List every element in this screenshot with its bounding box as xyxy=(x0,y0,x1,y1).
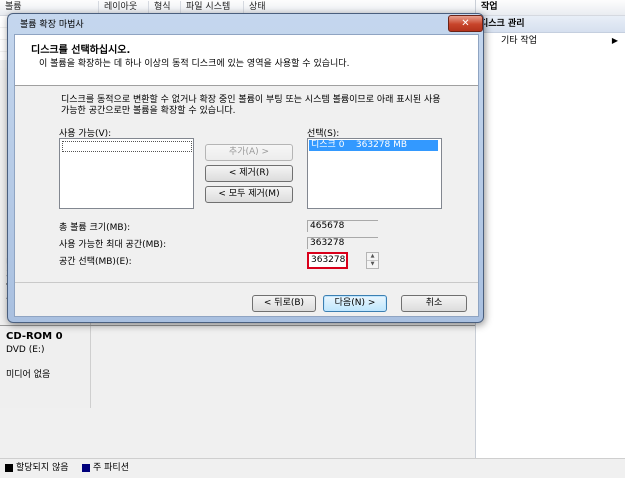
available-disks-list[interactable] xyxy=(59,138,194,209)
add-button[interactable]: 추가(A) > xyxy=(205,144,293,161)
legend-primary: 주 파티션 xyxy=(82,463,129,474)
column-header-layout[interactable]: 레이아웃 xyxy=(98,1,137,13)
column-header-status[interactable]: 상태 xyxy=(243,1,266,13)
dialog-body: 디스크를 선택하십시오. 이 볼륨을 확장하는 데 하나 이상의 동적 디스크에… xyxy=(14,34,479,317)
spin-down-icon[interactable]: ▼ xyxy=(367,261,378,268)
remove-all-button[interactable]: < 모두 제거(M) xyxy=(205,186,293,203)
cancel-button[interactable]: 취소 xyxy=(401,295,467,312)
wizard-header: 디스크를 선택하십시오. 이 볼륨을 확장하는 데 하나 이상의 동적 디스크에… xyxy=(15,35,478,86)
next-button[interactable]: 다음(N) > xyxy=(323,295,387,312)
list-focus-rect xyxy=(62,141,192,152)
legend-label: 할당되지 않음 xyxy=(16,463,69,473)
column-header-volume[interactable]: 볼륨 xyxy=(0,1,22,13)
actions-pane: 작업 디스크 관리 기타 작업 ▶ xyxy=(475,0,625,458)
total-size-label: 총 볼륨 크기(MB): xyxy=(59,223,131,233)
space-select-input[interactable]: 363278 xyxy=(307,252,348,269)
selected-disk-size: 363278 MB xyxy=(355,140,408,150)
column-header-type[interactable]: 형식 xyxy=(148,1,171,13)
total-size-value: 465678 xyxy=(307,220,378,232)
actions-section-disk-management[interactable]: 디스크 관리 xyxy=(476,16,625,33)
button-separator xyxy=(15,282,478,283)
disk-row-divider xyxy=(0,325,475,326)
legend-bar: 할당되지 않음 주 파티션 xyxy=(0,458,625,478)
legend-label: 주 파티션 xyxy=(93,463,129,473)
cdrom-name: CD-ROM 0 xyxy=(6,331,63,342)
cdrom-type: DVD (E:) xyxy=(6,345,45,355)
list-item[interactable]: 디스크 0 363278 MB xyxy=(309,140,438,151)
wizard-heading: 디스크를 선택하십시오. xyxy=(31,45,131,56)
spin-up-icon[interactable]: ▲ xyxy=(367,253,378,261)
legend-swatch-primary xyxy=(82,464,90,472)
remove-button[interactable]: < 제거(R) xyxy=(205,165,293,182)
actions-item-label: 기타 작업 xyxy=(501,36,537,46)
extend-volume-wizard: 볼륨 확장 마법사 ✕ 디스크를 선택하십시오. 이 볼륨을 확장하는 데 하나… xyxy=(7,13,484,323)
actions-header: 작업 xyxy=(476,0,625,16)
space-select-label: 공간 선택(MB)(E): xyxy=(59,257,132,267)
wizard-description: 디스크를 동적으로 변환할 수 없거나 확장 중인 볼륨이 부팅 또는 시스템 … xyxy=(61,95,441,116)
selected-disks-list[interactable]: 디스크 0 363278 MB xyxy=(307,138,442,209)
cdrom-disk-label[interactable]: CD-ROM 0 DVD (E:) 미디어 없음 xyxy=(6,331,88,380)
actions-item-more[interactable]: 기타 작업 ▶ xyxy=(476,33,625,49)
max-space-label: 사용 가능한 최대 공간(MB): xyxy=(59,240,167,250)
wizard-subheading: 이 볼륨을 확장하는 데 하나 이상의 동적 디스크에 있는 영역을 사용할 수… xyxy=(39,59,350,69)
submenu-arrow-icon: ▶ xyxy=(611,36,618,45)
cdrom-media: 미디어 없음 xyxy=(6,370,51,380)
max-space-value: 363278 xyxy=(307,237,378,249)
space-select-spinner[interactable]: ▲ ▼ xyxy=(366,252,379,269)
dialog-title: 볼륨 확장 마법사 xyxy=(20,20,84,30)
column-header-filesystem[interactable]: 파일 시스템 xyxy=(180,1,230,13)
legend-unallocated: 할당되지 않음 xyxy=(5,463,69,474)
back-button[interactable]: < 뒤로(B) xyxy=(252,295,316,312)
legend-swatch-unallocated xyxy=(5,464,13,472)
selected-disk-name: 디스크 0 xyxy=(311,140,345,150)
close-icon[interactable]: ✕ xyxy=(448,15,483,32)
